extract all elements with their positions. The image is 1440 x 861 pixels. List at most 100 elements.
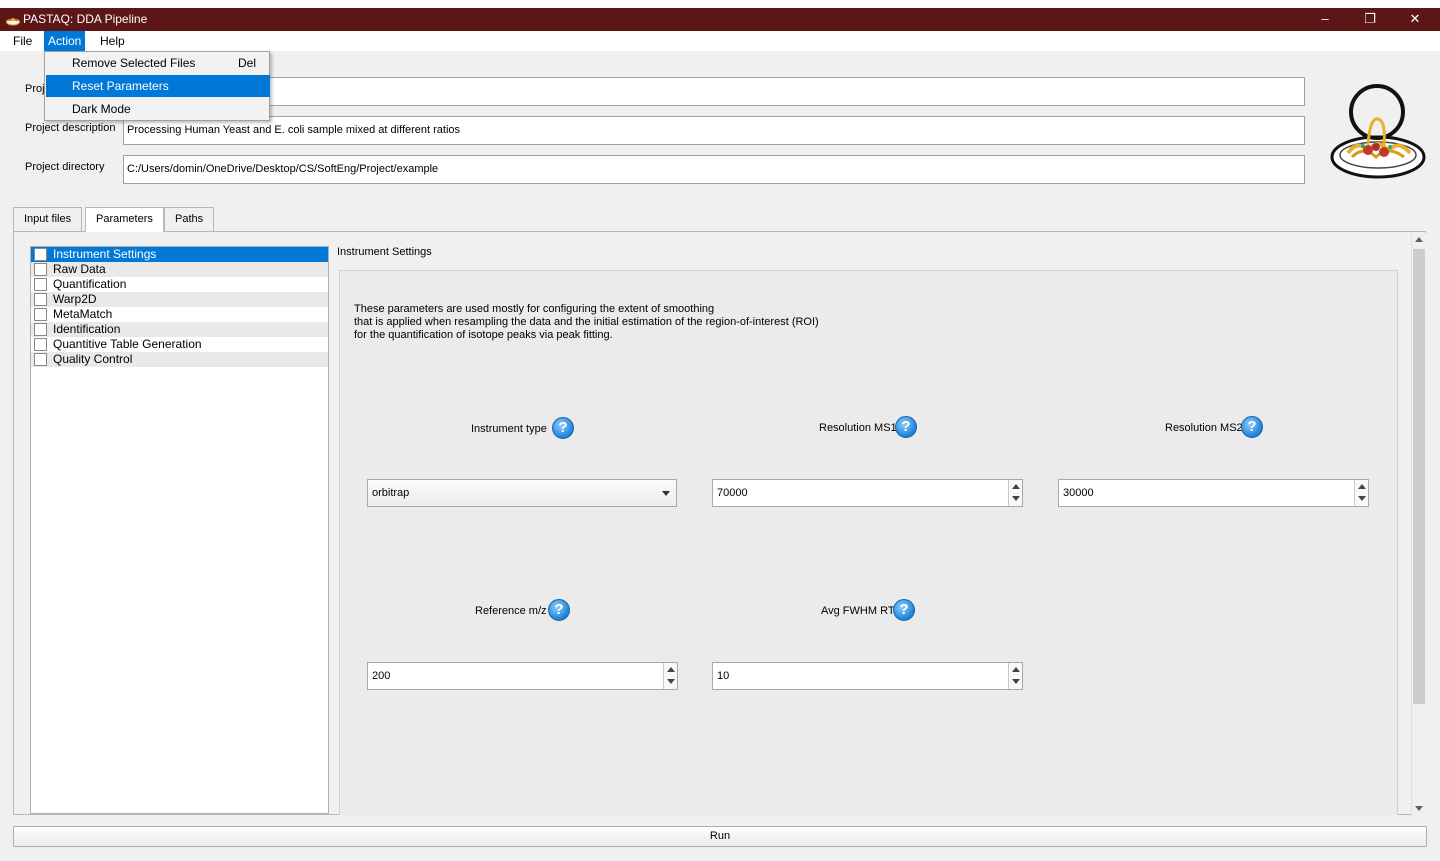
resolution-ms2-value: 30000 xyxy=(1063,487,1094,499)
tab-paths[interactable]: Paths xyxy=(164,207,215,231)
list-item-instrument-settings[interactable]: Instrument Settings xyxy=(31,247,328,262)
avg-fwhm-rt-spinbox[interactable]: 10 xyxy=(712,662,1023,690)
help-icon[interactable]: ? xyxy=(895,416,917,438)
help-icon[interactable]: ? xyxy=(1241,416,1263,438)
arrow-down-icon xyxy=(1358,496,1366,501)
menu-file[interactable]: File xyxy=(9,31,36,51)
reference-mz-value: 200 xyxy=(372,670,391,682)
project-directory-input[interactable]: C:/Users/domin/OneDrive/Desktop/CS/SoftE… xyxy=(123,155,1305,184)
arrow-down-icon xyxy=(1012,496,1020,501)
description-line: that is applied when resampling the data… xyxy=(354,316,819,328)
menu-item-dark-mode[interactable]: Dark Mode xyxy=(46,98,270,120)
resolution-ms1-label: Resolution MS1 xyxy=(819,422,897,434)
menu-action[interactable]: Action xyxy=(44,31,86,51)
description-line: for the quantification of isotope peaks … xyxy=(354,329,613,341)
scroll-down-icon[interactable] xyxy=(1415,806,1423,811)
pastaq-app-icon xyxy=(6,17,20,26)
project-name-input[interactable] xyxy=(123,77,1305,106)
list-item-identification[interactable]: Identification xyxy=(31,322,328,337)
checkbox[interactable] xyxy=(34,308,47,321)
arrow-up-icon xyxy=(1012,484,1020,489)
scrollbar-thumb[interactable] xyxy=(1413,249,1425,704)
parameter-category-list: Instrument Settings Raw Data Quantificat… xyxy=(30,246,329,814)
reference-mz-label: Reference m/z xyxy=(475,605,547,617)
section-title: Instrument Settings xyxy=(337,246,432,258)
project-name-label: Proj xyxy=(25,83,45,95)
vertical-scrollbar[interactable] xyxy=(1411,233,1426,815)
list-item-label: Warp2D xyxy=(53,292,97,306)
list-item-label: Identification xyxy=(53,322,121,336)
help-icon[interactable]: ? xyxy=(552,417,574,439)
checkbox[interactable] xyxy=(34,248,47,261)
arrow-up-icon xyxy=(667,667,675,672)
spin-buttons[interactable] xyxy=(663,663,677,689)
list-item-label: Raw Data xyxy=(53,262,106,276)
scroll-up-icon[interactable] xyxy=(1415,237,1423,242)
checkbox[interactable] xyxy=(34,278,47,291)
instrument-type-label: Instrument type xyxy=(471,423,547,435)
window-title: PASTAQ: DDA Pipeline xyxy=(23,12,148,26)
spin-buttons[interactable] xyxy=(1008,663,1022,689)
list-item-label: Quantification xyxy=(53,277,127,291)
instrument-type-select[interactable]: orbitrap xyxy=(367,479,677,507)
pastaq-logo xyxy=(1330,84,1426,179)
list-item-raw-data[interactable]: Raw Data xyxy=(31,262,328,277)
checkbox[interactable] xyxy=(34,263,47,276)
checkbox[interactable] xyxy=(34,338,47,351)
arrow-down-icon xyxy=(1012,679,1020,684)
list-item-quantitive-table-generation[interactable]: Quantitive Table Generation xyxy=(31,337,328,352)
title-bar: PASTAQ: DDA Pipeline – ❐ ✕ xyxy=(0,8,1440,31)
resolution-ms2-spinbox[interactable]: 30000 xyxy=(1058,479,1369,507)
resolution-ms1-spinbox[interactable]: 70000 xyxy=(712,479,1023,507)
description-line: These parameters are used mostly for con… xyxy=(354,303,715,315)
checkbox[interactable] xyxy=(34,323,47,336)
list-item-quantification[interactable]: Quantification xyxy=(31,277,328,292)
help-icon[interactable]: ? xyxy=(548,599,570,621)
project-description-label: Project description xyxy=(25,122,116,134)
help-icon[interactable]: ? xyxy=(893,599,915,621)
menu-item-reset-parameters[interactable]: Reset Parameters xyxy=(46,75,270,97)
action-menu-dropdown: Remove Selected Files Del Reset Paramete… xyxy=(44,51,270,121)
top-strip xyxy=(0,0,1440,8)
main-window: File Action Help Remove Selected Files D… xyxy=(0,31,1440,861)
chevron-down-icon xyxy=(662,491,670,496)
reference-mz-spinbox[interactable]: 200 xyxy=(367,662,678,690)
arrow-up-icon xyxy=(1358,484,1366,489)
run-button[interactable]: Run xyxy=(13,826,1427,847)
menu-bar: File Action Help xyxy=(0,31,1440,51)
checkbox[interactable] xyxy=(34,293,47,306)
menu-item-label: Remove Selected Files xyxy=(72,56,196,70)
arrow-up-icon xyxy=(1012,667,1020,672)
list-item-label: Instrument Settings xyxy=(53,247,157,261)
spin-buttons[interactable] xyxy=(1008,480,1022,506)
maximize-button[interactable]: ❐ xyxy=(1347,8,1393,31)
project-directory-label: Project directory xyxy=(25,161,105,173)
resolution-ms1-value: 70000 xyxy=(717,487,748,499)
menu-item-shortcut: Del xyxy=(238,56,257,70)
menu-help[interactable]: Help xyxy=(96,31,129,51)
menu-item-label: Dark Mode xyxy=(72,102,131,116)
menu-item-label: Reset Parameters xyxy=(72,79,169,93)
avg-fwhm-rt-label: Avg FWHM RT xyxy=(821,605,895,617)
instrument-settings-group: These parameters are used mostly for con… xyxy=(339,270,1398,815)
minimize-button[interactable]: – xyxy=(1302,8,1348,31)
tab-parameters[interactable]: Parameters xyxy=(85,207,164,232)
project-description-input[interactable]: Processing Human Yeast and E. coli sampl… xyxy=(123,116,1305,145)
list-item-label: MetaMatch xyxy=(53,307,113,321)
avg-fwhm-rt-value: 10 xyxy=(717,670,730,682)
resolution-ms2-label: Resolution MS2 xyxy=(1165,422,1243,434)
list-item-label: Quality Control xyxy=(53,352,133,366)
list-item-metamatch[interactable]: MetaMatch xyxy=(31,307,328,322)
close-button[interactable]: ✕ xyxy=(1392,8,1438,31)
list-item-quality-control[interactable]: Quality Control xyxy=(31,352,328,367)
checkbox[interactable] xyxy=(34,353,47,366)
section-description: These parameters are used mostly for con… xyxy=(354,303,819,342)
spin-buttons[interactable] xyxy=(1354,480,1368,506)
list-item-warp2d[interactable]: Warp2D xyxy=(31,292,328,307)
arrow-down-icon xyxy=(667,679,675,684)
tab-input-files[interactable]: Input files xyxy=(13,207,83,231)
list-item-label: Quantitive Table Generation xyxy=(53,337,202,351)
instrument-type-value: orbitrap xyxy=(372,487,410,499)
menu-item-remove-selected-files[interactable]: Remove Selected Files Del xyxy=(46,52,270,74)
parameters-panel: Instrument Settings Raw Data Quantificat… xyxy=(13,231,1426,815)
